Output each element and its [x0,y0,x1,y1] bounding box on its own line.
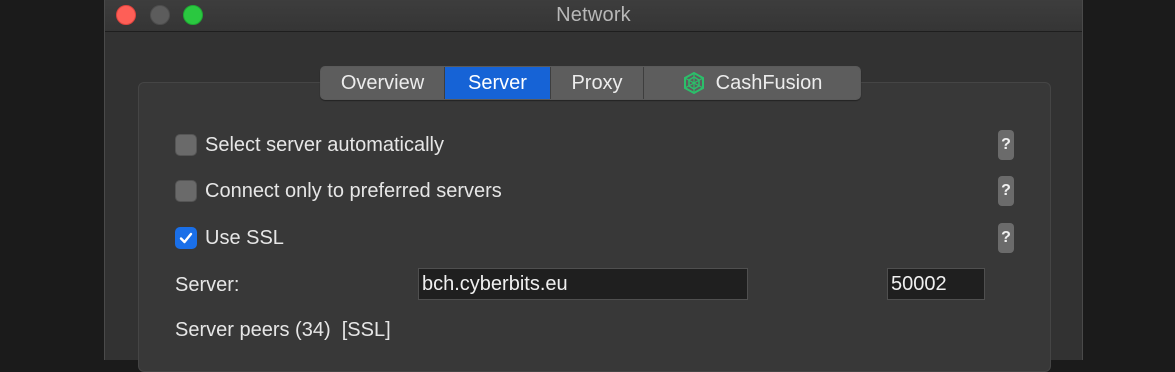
preferred-only-row[interactable]: Connect only to preferred servers [175,178,502,204]
title-bar: Network [105,0,1082,32]
server-peers-label: Server peers (34) [SSL] [175,318,391,341]
preferred-only-label: Connect only to preferred servers [205,179,502,202]
auto-select-label: Select server automatically [205,133,444,156]
cashfusion-icon [682,71,706,95]
tab-bar: Overview Server Proxy CashFusion [320,66,861,100]
preferred-only-help-button[interactable]: ? [998,176,1014,206]
checkmark-icon [179,232,193,244]
server-port-input[interactable]: 50002 [887,268,985,300]
use-ssl-label: Use SSL [205,226,284,249]
use-ssl-checkbox[interactable] [175,227,197,249]
window-title: Network [556,4,631,26]
tab-cashfusion-label: CashFusion [715,72,823,94]
tab-cashfusion[interactable]: CashFusion [644,67,860,99]
auto-select-help-button[interactable]: ? [998,130,1014,160]
use-ssl-help-button[interactable]: ? [998,223,1014,253]
preferred-only-checkbox[interactable] [175,180,197,202]
auto-select-row[interactable]: Select server automatically [175,132,444,158]
tab-overview[interactable]: Overview [321,67,445,99]
server-host-input[interactable]: bch.cyberbits.eu [418,268,748,300]
server-label: Server: [175,273,240,296]
network-window: Network Overview Server Proxy CashFusion… [104,0,1083,372]
tab-server[interactable]: Server [445,67,551,99]
tab-proxy[interactable]: Proxy [551,67,644,99]
auto-select-checkbox[interactable] [175,134,197,156]
use-ssl-row[interactable]: Use SSL [175,225,284,251]
server-label-row: Server: [175,272,239,298]
server-peers-row: Server peers (34) [SSL] [175,317,391,343]
